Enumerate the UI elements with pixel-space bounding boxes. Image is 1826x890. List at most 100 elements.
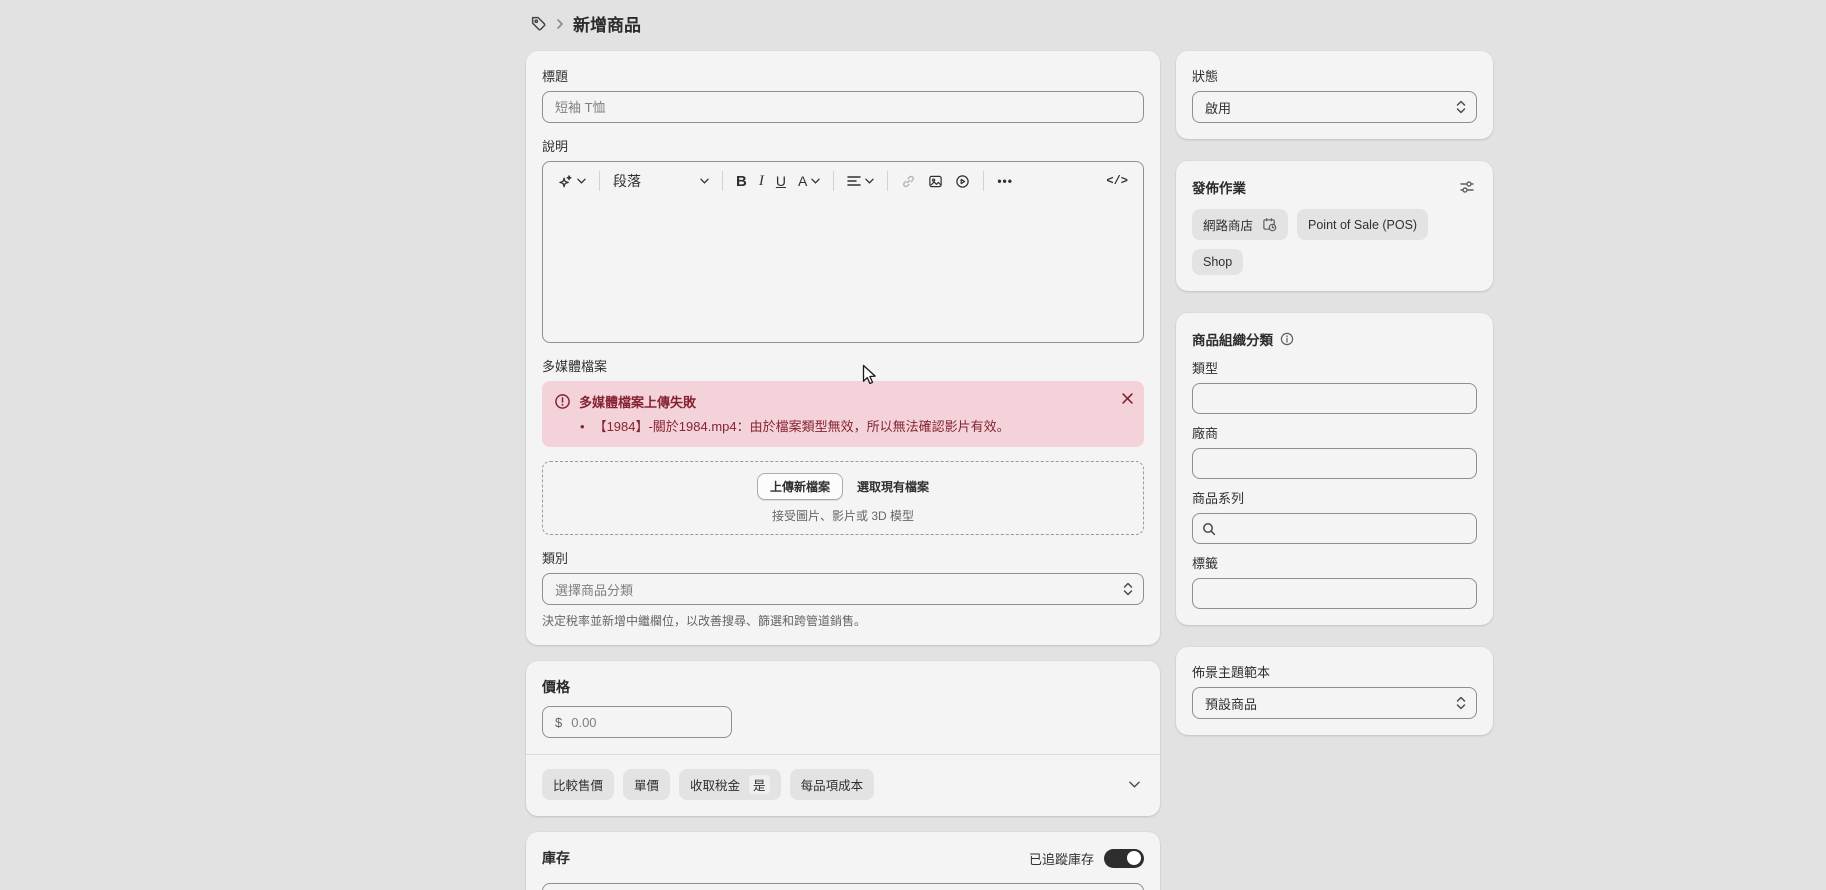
category-placeholder: 選擇商品分類 xyxy=(555,580,633,599)
new-product-page: 新增商品 標題 說明 xyxy=(0,0,1826,890)
compare-at-price-chip[interactable]: 比較售價 xyxy=(542,769,614,800)
ai-magic-button[interactable] xyxy=(552,170,592,193)
updown-chevron-icon xyxy=(1456,100,1466,114)
close-icon[interactable] xyxy=(1122,393,1133,404)
theme-template-card: 佈景主題範本 預設商品 xyxy=(1176,647,1493,735)
organization-card: 商品組織分類 類型 廠商 商品系列 xyxy=(1176,313,1493,625)
upload-new-file-button[interactable]: 上傳新檔案 xyxy=(757,473,843,500)
select-existing-files-button[interactable]: 選取現有檔案 xyxy=(857,478,929,495)
category-select[interactable]: 選擇商品分類 xyxy=(542,573,1144,605)
chevron-right-icon xyxy=(556,18,564,30)
price-card: 價格 $ 比較售價 單價 收取稅金 是 每品項成本 xyxy=(526,661,1160,816)
category-label: 類別 xyxy=(542,549,1144,569)
sliders-icon xyxy=(1459,180,1475,194)
toolbar-divider xyxy=(722,171,723,191)
vendor-input[interactable] xyxy=(1192,448,1477,479)
collections-input[interactable] xyxy=(1222,520,1467,537)
divider xyxy=(526,754,1160,755)
toolbar-divider xyxy=(833,171,834,191)
theme-template-label: 佈景主題範本 xyxy=(1192,663,1477,683)
organization-heading: 商品組織分類 xyxy=(1192,329,1273,349)
toolbar-divider xyxy=(599,171,600,191)
unit-price-chip[interactable]: 單價 xyxy=(623,769,670,800)
video-play-icon xyxy=(955,174,970,189)
title-input[interactable] xyxy=(542,91,1144,123)
description-textarea[interactable] xyxy=(543,200,1143,342)
expand-price-options-button[interactable] xyxy=(1125,777,1144,792)
media-dropzone[interactable]: 上傳新檔案 選取現有檔案 接受圖片、影片或 3D 模型 xyxy=(542,461,1144,535)
price-options-row: 比較售價 單價 收取稅金 是 每品項成本 xyxy=(542,769,1144,800)
info-icon[interactable] xyxy=(1280,332,1294,346)
publishing-card: 發佈作業 網路商店 xyxy=(1176,161,1493,291)
calendar-clock-icon[interactable] xyxy=(1262,217,1277,232)
tags-input[interactable] xyxy=(1192,578,1477,609)
page-title: 新增商品 xyxy=(573,11,641,36)
breadcrumb: 新增商品 xyxy=(530,11,641,36)
sku-input-partial[interactable] xyxy=(542,883,1144,890)
link-icon xyxy=(901,174,916,189)
main-column: 標題 說明 xyxy=(526,51,1160,890)
chevron-down-icon xyxy=(865,178,874,184)
products-tag-icon[interactable] xyxy=(530,15,547,32)
inventory-card: 庫存 已追蹤庫存 xyxy=(526,832,1160,890)
error-title: 多媒體檔案上傳失敗 xyxy=(579,392,696,411)
status-card: 狀態 啟用 xyxy=(1176,51,1493,139)
status-select[interactable]: 啟用 xyxy=(1192,91,1477,123)
insert-video-button[interactable] xyxy=(949,170,976,193)
text-color-button[interactable]: A xyxy=(792,169,826,193)
description-label: 說明 xyxy=(542,137,1144,157)
bold-button[interactable]: B xyxy=(730,169,753,194)
channel-shop: Shop xyxy=(1192,249,1243,275)
media-label: 多媒體檔案 xyxy=(542,357,1144,377)
type-input[interactable] xyxy=(1192,383,1477,414)
category-help-text: 決定稅率並新增中繼欄位，以改善搜尋、篩選和跨管道銷售。 xyxy=(542,612,1144,629)
sidebar-column: 狀態 啟用 發佈作業 xyxy=(1176,51,1493,735)
underline-button[interactable]: U xyxy=(770,169,792,193)
channel-pos: Point of Sale (POS) xyxy=(1297,209,1428,240)
updown-chevron-icon xyxy=(1456,696,1466,710)
vendor-label: 廠商 xyxy=(1192,424,1477,444)
charge-tax-chip[interactable]: 收取稅金 是 xyxy=(679,769,781,800)
link-button[interactable] xyxy=(895,170,922,193)
collections-input-group xyxy=(1192,513,1477,544)
chevron-down-icon xyxy=(811,178,820,184)
search-icon xyxy=(1202,522,1216,536)
italic-button[interactable]: I xyxy=(753,169,770,194)
type-label: 類型 xyxy=(1192,359,1477,379)
toggle-knob xyxy=(1127,851,1141,865)
alert-circle-icon xyxy=(554,393,571,410)
price-input[interactable] xyxy=(569,714,719,731)
theme-template-value: 預設商品 xyxy=(1205,694,1257,713)
dropzone-hint: 接受圖片、影片或 3D 模型 xyxy=(553,507,1133,524)
insert-image-button[interactable] xyxy=(922,170,949,193)
alignment-button[interactable] xyxy=(841,171,880,191)
error-detail: 【1984】-關於1984.mp4：由於檔案類型無效，所以無法確認影片有效。 xyxy=(594,418,1010,435)
currency-prefix: $ xyxy=(555,715,562,730)
align-left-icon xyxy=(847,175,861,187)
collections-label: 商品系列 xyxy=(1192,489,1477,509)
price-heading: 價格 xyxy=(542,677,1144,697)
show-html-button[interactable]: </> xyxy=(1100,170,1134,192)
sparkle-icon xyxy=(558,174,573,189)
editor-toolbar: 段落 B I U A xyxy=(543,162,1143,200)
media-upload-error-banner: 多媒體檔案上傳失敗 • 【1984】-關於1984.mp4：由於檔案類型無效，所… xyxy=(542,381,1144,447)
manage-publishing-button[interactable] xyxy=(1457,178,1477,196)
status-value: 啟用 xyxy=(1205,98,1231,117)
theme-template-select[interactable]: 預設商品 xyxy=(1192,687,1477,719)
inventory-tracked-toggle[interactable] xyxy=(1104,849,1144,868)
code-icon: </> xyxy=(1106,174,1128,188)
title-label: 標題 xyxy=(542,67,1144,87)
inventory-heading: 庫存 xyxy=(542,848,570,868)
more-options-button[interactable]: ••• xyxy=(991,170,1019,192)
inventory-tracked-label: 已追蹤庫存 xyxy=(1029,849,1094,868)
more-icon: ••• xyxy=(997,174,1013,188)
chevron-down-icon xyxy=(700,178,709,184)
toolbar-divider xyxy=(983,171,984,191)
product-details-card: 標題 說明 xyxy=(526,51,1160,645)
paragraph-style-select[interactable]: 段落 xyxy=(607,167,715,195)
paragraph-label: 段落 xyxy=(613,171,641,191)
charge-tax-value: 是 xyxy=(749,775,770,794)
cost-per-item-chip[interactable]: 每品項成本 xyxy=(790,769,875,800)
status-label: 狀態 xyxy=(1192,67,1477,87)
channel-online-store: 網路商店 xyxy=(1192,209,1288,240)
